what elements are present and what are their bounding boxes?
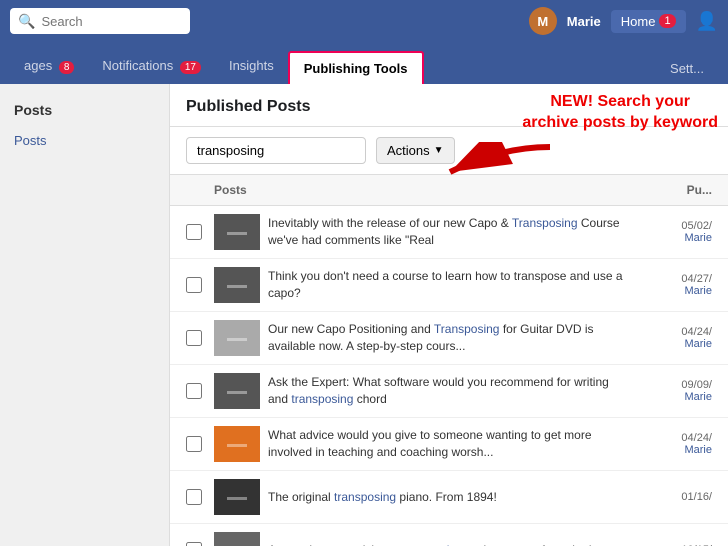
- post-link[interactable]: transposing: [334, 490, 396, 504]
- notifications-label: Notifications: [102, 58, 173, 73]
- messages-label: ages: [24, 58, 52, 73]
- sidebar-item-posts[interactable]: Posts: [0, 126, 169, 155]
- nav-tabs: ages 8 Notifications 17 Insights Publish…: [0, 42, 728, 84]
- post-text: Ask the Expert: What software would you …: [268, 374, 624, 408]
- table-row[interactable]: ▬▬ A great how-to article on transposing …: [170, 524, 728, 546]
- actions-label: Actions: [387, 143, 430, 158]
- post-meta: 05/02/Marie: [632, 220, 712, 244]
- global-search-box[interactable]: 🔍: [10, 8, 190, 34]
- post-checkbox[interactable]: [186, 277, 202, 293]
- table-header: Posts Pu...: [170, 175, 728, 206]
- post-meta: 01/16/: [632, 491, 712, 503]
- post-author: Marie: [632, 232, 712, 244]
- home-button[interactable]: Home 1: [611, 10, 686, 33]
- post-author: Marie: [632, 444, 712, 456]
- post-meta: 09/09/Marie: [632, 379, 712, 403]
- sidebar: Posts Posts: [0, 84, 170, 546]
- home-label: Home: [621, 14, 656, 29]
- actions-button[interactable]: Actions ▼: [376, 137, 455, 164]
- publishing-tools-label: Publishing Tools: [304, 61, 408, 76]
- table-row[interactable]: ▬▬Inevitably with the release of our new…: [170, 206, 728, 259]
- post-checkbox[interactable]: [186, 436, 202, 452]
- post-text: Inevitably with the release of our new C…: [268, 215, 624, 249]
- post-link[interactable]: transposing: [401, 543, 463, 546]
- post-thumbnail: ▬▬: [214, 426, 260, 462]
- table-row[interactable]: ▬▬What advice would you give to someone …: [170, 418, 728, 471]
- content-title: Published Posts: [186, 98, 310, 116]
- sidebar-item-posts-label: Posts: [14, 133, 47, 148]
- col-header-check: [186, 183, 214, 197]
- posts-list: ▬▬Inevitably with the release of our new…: [170, 206, 728, 546]
- post-checkbox[interactable]: [186, 224, 202, 240]
- post-date: 09/09/: [632, 379, 712, 391]
- tab-insights[interactable]: Insights: [215, 50, 288, 84]
- tab-publishing-tools[interactable]: Publishing Tools: [288, 51, 424, 86]
- content-area: Published Posts NEW! Search your archive…: [170, 84, 728, 546]
- post-date: 04/27/: [632, 273, 712, 285]
- post-date: 04/24/: [632, 432, 712, 444]
- post-date: 05/02/: [632, 220, 712, 232]
- table-row[interactable]: ▬▬Our new Capo Positioning and Transposi…: [170, 312, 728, 365]
- home-badge: 1: [659, 14, 675, 28]
- post-author: Marie: [632, 338, 712, 350]
- table-row[interactable]: ▬▬ The original transposing piano. From 1…: [170, 471, 728, 524]
- actions-chevron-icon: ▼: [434, 145, 444, 156]
- post-author: Marie: [632, 285, 712, 297]
- post-thumbnail: ▬▬: [214, 214, 260, 250]
- post-thumbnail: ▬▬: [214, 532, 260, 546]
- search-icon: 🔍: [18, 13, 35, 30]
- post-date: 01/16/: [632, 491, 712, 503]
- post-text: Our new Capo Positioning and Transposing…: [268, 321, 624, 355]
- new-feature-callout: NEW! Search your archive posts by keywor…: [522, 92, 718, 134]
- post-checkbox[interactable]: [186, 489, 202, 505]
- post-checkbox[interactable]: [186, 542, 202, 546]
- post-thumbnail: ▬▬: [214, 479, 260, 515]
- post-text: The original transposing piano. From 189…: [268, 489, 624, 506]
- friend-requests-icon[interactable]: 👤: [696, 11, 718, 32]
- notifications-badge: 17: [180, 61, 201, 74]
- top-bar-right: M Marie Home 1 👤: [529, 7, 718, 35]
- table-row[interactable]: ▬▬Ask the Expert: What software would yo…: [170, 365, 728, 418]
- messages-badge: 8: [59, 61, 75, 74]
- table-row[interactable]: ▬▬Think you don't need a course to learn…: [170, 259, 728, 312]
- post-link[interactable]: Transposing: [512, 216, 578, 230]
- post-link[interactable]: Transposing: [434, 322, 500, 336]
- post-date: 04/24/: [632, 326, 712, 338]
- col-header-posts: Posts: [214, 183, 622, 197]
- tab-messages[interactable]: ages 8: [10, 50, 88, 84]
- post-thumbnail: ▬▬: [214, 373, 260, 409]
- post-meta: 04/27/Marie: [632, 273, 712, 297]
- post-thumbnail: ▬▬: [214, 320, 260, 356]
- sidebar-header: Posts: [0, 94, 169, 126]
- post-text: A great how-to article on transposing an…: [268, 542, 624, 546]
- post-meta: 04/24/Marie: [632, 432, 712, 456]
- avatar: M: [529, 7, 557, 35]
- post-search-input[interactable]: [186, 137, 366, 164]
- post-checkbox[interactable]: [186, 330, 202, 346]
- settings-label: Sett...: [670, 61, 704, 76]
- tab-settings[interactable]: Sett...: [656, 53, 718, 84]
- search-row: Actions ▼: [170, 127, 728, 175]
- post-thumbnail: ▬▬: [214, 267, 260, 303]
- content-header: Published Posts NEW! Search your archive…: [170, 84, 728, 127]
- insights-label: Insights: [229, 58, 274, 73]
- post-meta: 04/24/Marie: [632, 326, 712, 350]
- callout-line2: archive posts by keyword: [522, 114, 718, 131]
- post-text: What advice would you give to someone wa…: [268, 427, 624, 461]
- post-link[interactable]: transposing: [291, 392, 353, 406]
- main-layout: Posts Posts Published Posts NEW! Search …: [0, 84, 728, 546]
- post-checkbox[interactable]: [186, 383, 202, 399]
- global-search-input[interactable]: [41, 14, 182, 29]
- col-header-published: Pu...: [622, 183, 712, 197]
- post-text: Think you don't need a course to learn h…: [268, 268, 624, 302]
- tab-notifications[interactable]: Notifications 17: [88, 50, 215, 84]
- callout-line1: NEW! Search your: [550, 93, 690, 110]
- post-author: Marie: [632, 391, 712, 403]
- top-bar: 🔍 M Marie Home 1 👤: [0, 0, 728, 42]
- user-name: Marie: [567, 14, 601, 29]
